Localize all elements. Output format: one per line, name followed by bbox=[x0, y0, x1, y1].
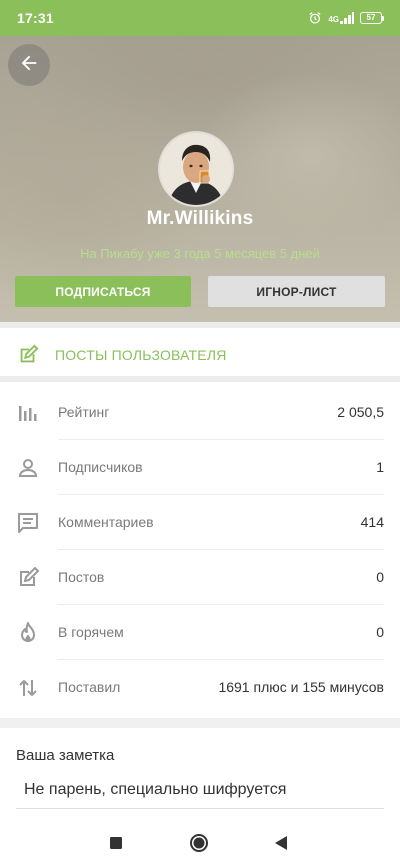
home-icon bbox=[189, 833, 209, 858]
signal-icon: 4G bbox=[328, 12, 354, 24]
network-label: 4G bbox=[328, 15, 339, 24]
edit-icon bbox=[17, 344, 39, 371]
comment-icon bbox=[16, 511, 40, 535]
stat-label: Постов bbox=[58, 569, 105, 585]
stat-value: 1691 плюс и 155 минусов bbox=[218, 679, 384, 695]
person-icon bbox=[16, 456, 40, 480]
stat-comments: Комментариев 414 bbox=[0, 495, 400, 550]
username: Mr.Willikins bbox=[146, 208, 254, 229]
battery-level: 57 bbox=[360, 12, 382, 24]
stat-label: В горячем bbox=[58, 624, 124, 640]
stat-given: Поставил 1691 плюс и 155 минусов bbox=[0, 660, 400, 715]
stat-value: 1 bbox=[376, 459, 384, 475]
stat-value: 2 050,5 bbox=[337, 404, 384, 420]
stat-subscribers: Подписчиков 1 bbox=[0, 440, 400, 495]
bar-chart-icon bbox=[16, 401, 40, 425]
system-navigation-bar bbox=[0, 822, 400, 867]
ignore-list-button[interactable]: ИГНОР-ЛИСТ bbox=[208, 276, 385, 307]
stat-label: Поставил bbox=[58, 679, 121, 695]
member-since: На Пикабу уже 3 года 5 месяцев 5 дней bbox=[80, 246, 320, 261]
stat-label: Комментариев bbox=[58, 514, 154, 530]
note-label: Ваша заметка bbox=[16, 747, 115, 764]
profile-header: Mr.Willikins На Пикабу уже 3 года 5 меся… bbox=[0, 36, 400, 322]
stats-list: Рейтинг 2 050,5 Подписчиков 1 Комментари… bbox=[0, 385, 400, 718]
home-button[interactable] bbox=[188, 833, 210, 858]
avatar[interactable] bbox=[160, 133, 232, 205]
swap-vertical-icon bbox=[16, 676, 40, 700]
user-posts-label: ПОСТЫ ПОЛЬЗОВАТЕЛЯ bbox=[55, 347, 227, 363]
section-divider bbox=[0, 718, 400, 728]
stat-label: Подписчиков bbox=[58, 459, 143, 475]
alarm-icon bbox=[308, 11, 322, 25]
arrow-left-icon bbox=[18, 52, 40, 79]
subscribe-button[interactable]: ПОДПИСАТЬСЯ bbox=[15, 276, 191, 307]
flame-icon bbox=[16, 621, 40, 645]
battery-icon: 57 bbox=[360, 12, 384, 24]
note-input[interactable] bbox=[16, 771, 384, 809]
status-time: 17:31 bbox=[17, 10, 54, 26]
stat-hot: В горячем 0 bbox=[0, 605, 400, 660]
status-bar: 17:31 4G 57 bbox=[0, 0, 400, 36]
recent-apps-button[interactable] bbox=[105, 834, 127, 856]
edit-icon bbox=[16, 566, 40, 590]
recent-apps-icon bbox=[109, 836, 123, 855]
status-icons: 4G 57 bbox=[308, 11, 384, 25]
stat-posts: Постов 0 bbox=[0, 550, 400, 605]
back-button[interactable] bbox=[8, 44, 50, 86]
note-section: Ваша заметка bbox=[0, 728, 400, 822]
stat-value: 0 bbox=[376, 624, 384, 640]
stat-value: 414 bbox=[360, 514, 384, 530]
back-system-button[interactable] bbox=[270, 834, 292, 856]
stat-value: 0 bbox=[376, 569, 384, 585]
stat-rating: Рейтинг 2 050,5 bbox=[0, 385, 400, 440]
stat-label: Рейтинг bbox=[58, 404, 110, 420]
user-posts-link[interactable]: ПОСТЫ ПОЛЬЗОВАТЕЛЯ bbox=[0, 322, 400, 382]
back-triangle-icon bbox=[274, 835, 288, 856]
